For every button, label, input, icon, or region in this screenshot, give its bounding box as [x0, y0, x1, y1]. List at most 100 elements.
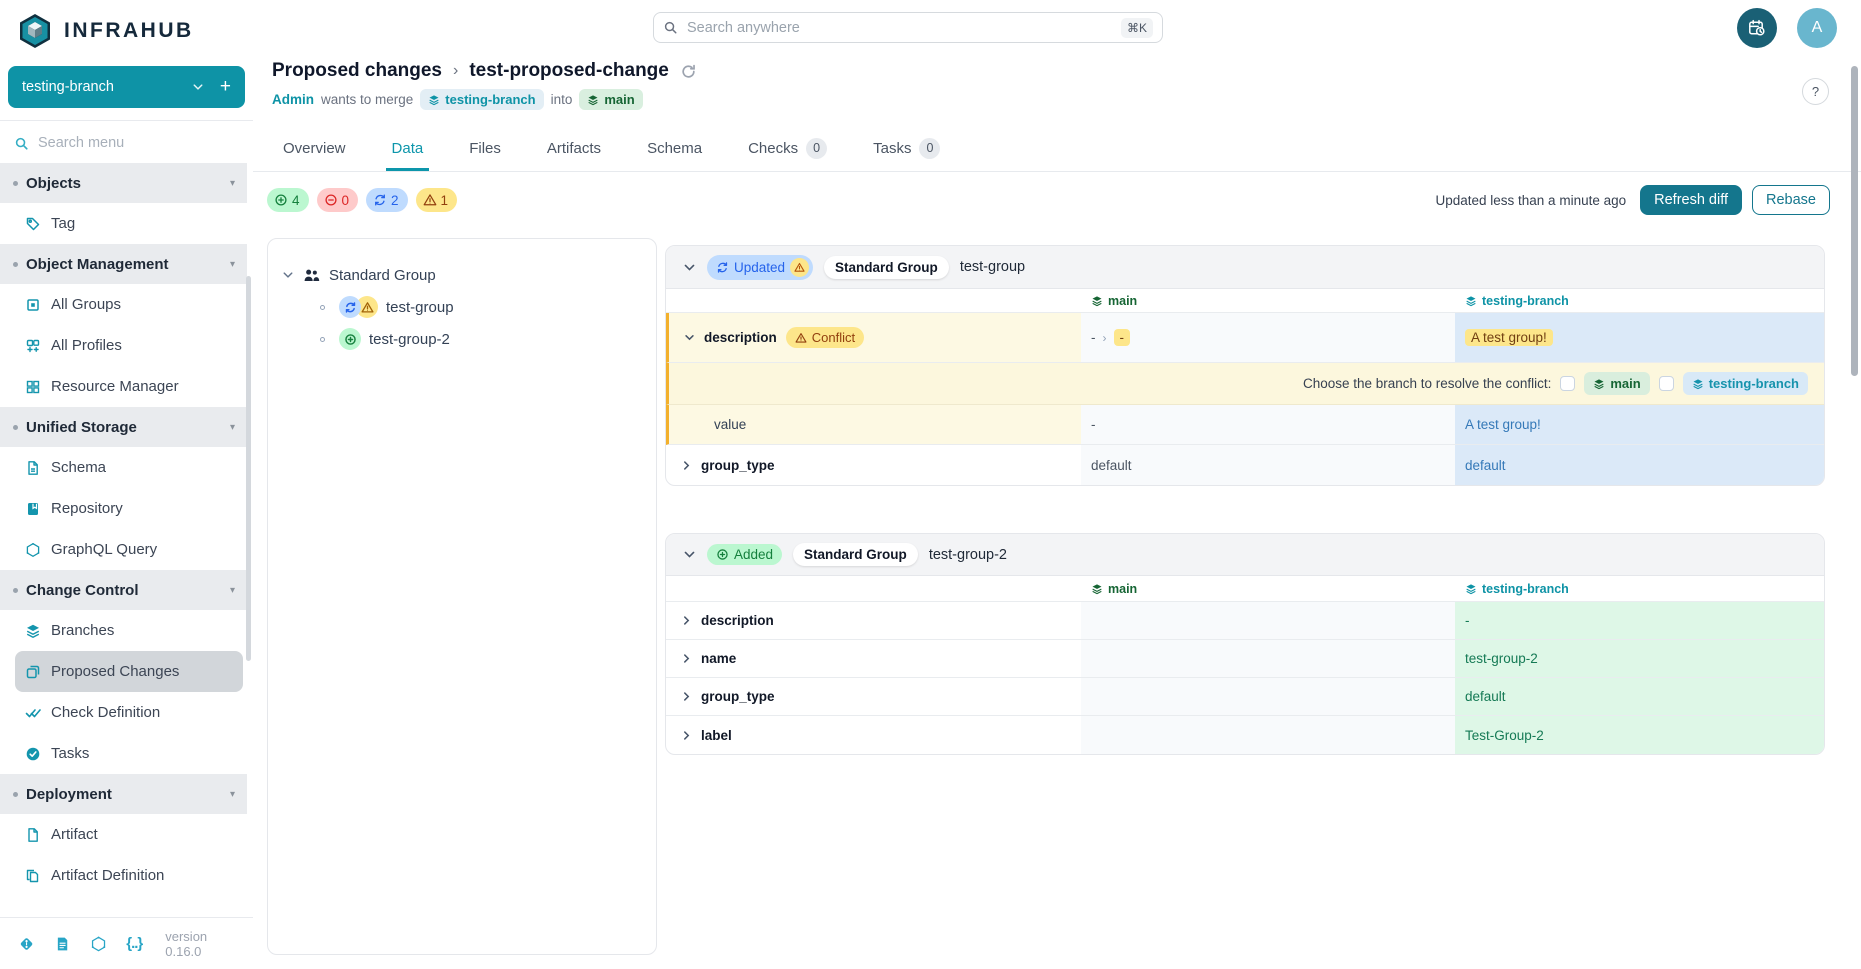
chevron-down-icon[interactable] — [192, 81, 204, 93]
plus-circle-icon — [274, 193, 288, 207]
sidebar-item-tag[interactable]: Tag — [0, 203, 243, 244]
sidebar-footer: {..} version 0.16.0 — [0, 917, 253, 969]
sidebar-item-repository[interactable]: Repository — [0, 488, 243, 529]
docs-icon[interactable] — [54, 934, 71, 954]
branch-icon — [1692, 378, 1704, 390]
tab-checks[interactable]: Checks0 — [742, 128, 833, 171]
branch-icon — [1465, 295, 1477, 307]
help-button[interactable]: ? — [1802, 78, 1829, 105]
tree-node-test-group[interactable]: test-group — [282, 291, 642, 323]
author-name[interactable]: Admin — [272, 92, 314, 107]
chevron-down-icon[interactable] — [684, 332, 695, 343]
sidebar-item-graphql-query[interactable]: GraphQL Query — [0, 529, 243, 570]
menu-search[interactable] — [0, 120, 253, 163]
tab-data[interactable]: Data — [386, 128, 430, 171]
tab-artifacts[interactable]: Artifacts — [541, 128, 607, 171]
chevron-right-icon[interactable] — [681, 691, 692, 702]
diff-tree-panel: Standard Group test-group test-group-2 — [267, 238, 657, 955]
resource-manager-icon — [25, 379, 41, 395]
sidebar-item-tasks[interactable]: Tasks — [0, 733, 243, 774]
global-search-input[interactable] — [687, 20, 1112, 36]
testing-branch-column-header: testing-branch — [1455, 289, 1824, 312]
sidebar-item-artifact-definition[interactable]: Artifact Definition — [0, 855, 243, 896]
tab-tasks[interactable]: Tasks0 — [867, 128, 946, 171]
chevron-down-icon[interactable] — [683, 261, 696, 274]
version-label: version 0.16.0 — [165, 929, 235, 959]
testing-branch-option[interactable]: testing-branch — [1683, 372, 1808, 395]
main-branch-option[interactable]: main — [1584, 372, 1649, 395]
sidebar-item-proposed-changes[interactable]: Proposed Changes — [15, 651, 243, 692]
sidebar-section-deployment[interactable]: Deployment ▾ — [0, 774, 247, 814]
object-type-badge: Standard Group — [824, 256, 949, 279]
search-shortcut-badge: ⌘K — [1121, 18, 1153, 38]
repository-icon — [25, 501, 41, 517]
chevron-down-icon[interactable] — [282, 269, 294, 281]
branch-icon — [1091, 583, 1103, 595]
diff-card-header[interactable]: Updated Standard Group test-group — [666, 246, 1824, 289]
caret-down-icon: ▾ — [230, 422, 235, 433]
git-icon[interactable] — [18, 934, 35, 954]
sidebar-item-branches[interactable]: Branches — [0, 610, 243, 651]
chevron-right-icon[interactable] — [681, 460, 692, 471]
main-branch-checkbox[interactable] — [1560, 376, 1575, 391]
branch-selector[interactable]: testing-branch + — [8, 66, 245, 108]
status-icons — [339, 296, 378, 318]
source-branch-badge[interactable]: testing-branch — [420, 89, 543, 110]
added-status-icon — [339, 328, 361, 350]
tab-overview[interactable]: Overview — [277, 128, 352, 171]
chevron-right-icon[interactable] — [681, 653, 692, 664]
groups-icon — [25, 297, 41, 313]
testing-branch-column-header: testing-branch — [1455, 576, 1824, 601]
testing-branch-checkbox[interactable] — [1659, 376, 1674, 391]
graphql-sandbox-icon[interactable] — [90, 934, 107, 954]
window-scrollbar-thumb[interactable] — [1851, 66, 1858, 376]
refresh-diff-button[interactable]: Refresh diff — [1640, 185, 1742, 215]
sidebar-item-check-definition[interactable]: Check Definition — [0, 692, 243, 733]
tree-node-test-group-2[interactable]: test-group-2 — [282, 323, 642, 355]
sidebar-item-all-groups[interactable]: All Groups — [0, 284, 243, 325]
tab-schema[interactable]: Schema — [641, 128, 708, 171]
infrahub-logo-icon — [16, 12, 54, 50]
sidebar-scrollbar-thumb[interactable] — [246, 276, 251, 661]
sidebar-section-object-management[interactable]: Object Management ▾ — [0, 244, 247, 284]
chevron-down-icon[interactable] — [683, 548, 696, 561]
sidebar-section-objects[interactable]: Objects ▾ — [0, 163, 247, 203]
updated-status-pill: Updated — [707, 255, 813, 280]
tab-bar: Overview Data Files Artifacts Schema Che… — [253, 128, 1861, 172]
updated-count-badge: 2 — [366, 188, 408, 212]
avatar[interactable]: A — [1797, 8, 1837, 48]
sidebar-item-artifact[interactable]: Artifact — [0, 814, 243, 855]
rebase-button[interactable]: Rebase — [1752, 185, 1830, 215]
added-count-badge: 4 — [267, 188, 309, 212]
sidebar-item-resource-manager[interactable]: Resource Manager — [0, 366, 243, 407]
removed-count-badge: 0 — [317, 188, 359, 212]
sidebar-section-change-control[interactable]: Change Control ▾ — [0, 570, 247, 610]
bullet-icon — [13, 181, 18, 186]
diff-actions: Updated less than a minute ago Refresh d… — [1435, 185, 1830, 215]
refresh-icon[interactable] — [680, 63, 697, 80]
tree-node-standard-group[interactable]: Standard Group — [282, 259, 642, 291]
profiles-icon — [25, 338, 41, 354]
target-branch-badge[interactable]: main — [579, 89, 642, 110]
sidebar-section-unified-storage[interactable]: Unified Storage ▾ — [0, 407, 247, 447]
breadcrumb-parent[interactable]: Proposed changes — [272, 60, 442, 82]
menu-search-input[interactable] — [38, 135, 208, 151]
conflict-badge: Conflict — [786, 327, 864, 348]
tab-files[interactable]: Files — [463, 128, 507, 171]
merge-into-text: into — [551, 92, 573, 107]
attribute-row-label: label Test-Group-2 — [666, 716, 1824, 754]
sidebar-item-schema[interactable]: Schema — [0, 447, 243, 488]
search-icon — [14, 136, 29, 151]
diff-card-header[interactable]: Added Standard Group test-group-2 — [666, 534, 1824, 576]
app-logo[interactable]: INFRAHUB — [0, 0, 253, 62]
add-branch-button[interactable]: + — [220, 76, 231, 98]
chevron-right-icon[interactable] — [681, 615, 692, 626]
scheduler-button[interactable] — [1737, 8, 1777, 48]
api-docs-icon[interactable]: {..} — [126, 935, 142, 952]
chevron-right-icon[interactable] — [681, 730, 692, 741]
sidebar-item-all-profiles[interactable]: All Profiles — [0, 325, 243, 366]
object-type-badge: Standard Group — [793, 543, 918, 566]
attribute-row-group-type: group_type default default — [666, 445, 1824, 485]
page-header: Proposed changes › test-proposed-change … — [272, 60, 697, 110]
global-search[interactable]: ⌘K — [653, 12, 1163, 43]
